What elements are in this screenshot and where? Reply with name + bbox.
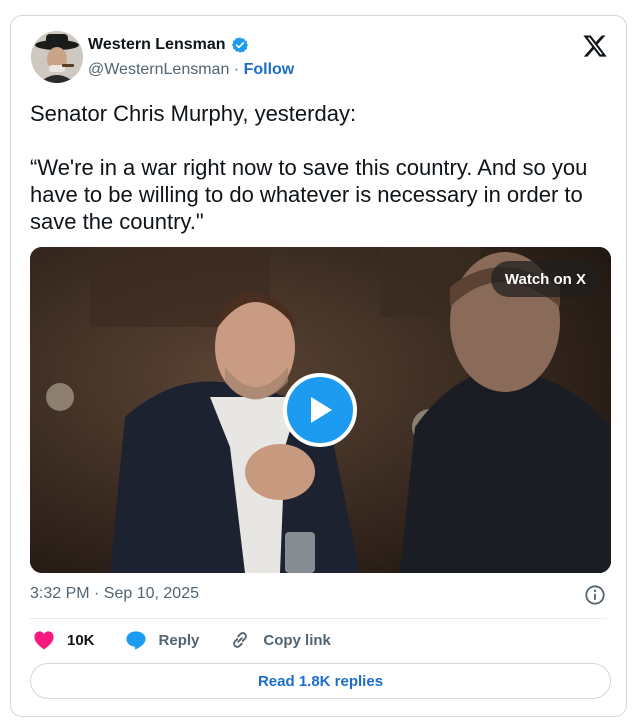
reply-button[interactable]: Reply (125, 630, 200, 650)
info-icon[interactable] (584, 584, 606, 606)
play-icon (311, 397, 332, 423)
tweet-card: Western Lensman @WesternLensman · Follow… (10, 15, 627, 717)
video-media[interactable]: Watch on X (30, 247, 611, 573)
read-replies-button[interactable]: Read 1.8K replies (30, 663, 611, 699)
tweet-quote: “We're in a war right now to save this c… (30, 155, 588, 234)
action-bar: 10K Reply Copy link (33, 629, 361, 651)
reply-bubble-icon (125, 631, 146, 650)
watch-on-x-button[interactable]: Watch on X (490, 261, 600, 297)
link-icon (233, 632, 248, 648)
heart-icon (34, 631, 54, 650)
like-count: 10K (67, 631, 95, 649)
verified-badge-icon (231, 37, 248, 53)
divider (30, 618, 607, 619)
copy-link-button[interactable]: Copy link (229, 629, 331, 651)
handle[interactable]: @WesternLensman (88, 61, 229, 78)
follow-button[interactable]: Follow (244, 61, 295, 78)
timestamp[interactable]: 3:32 PM · Sep 10, 2025 (30, 585, 199, 603)
like-button[interactable]: 10K (33, 630, 95, 650)
avatar[interactable] (31, 31, 83, 83)
tweet-line-intro: Senator Chris Murphy, yesterday: (30, 101, 357, 126)
separator: · (233, 61, 240, 78)
copy-link-label: Copy link (263, 631, 331, 649)
play-button[interactable] (283, 373, 357, 447)
avatar-image (31, 31, 83, 83)
reply-label: Reply (158, 631, 200, 649)
x-logo-icon[interactable] (582, 33, 608, 59)
tweet-text: Senator Chris Murphy, yesterday: “We're … (30, 100, 615, 235)
display-name[interactable]: Western Lensman (88, 36, 226, 54)
